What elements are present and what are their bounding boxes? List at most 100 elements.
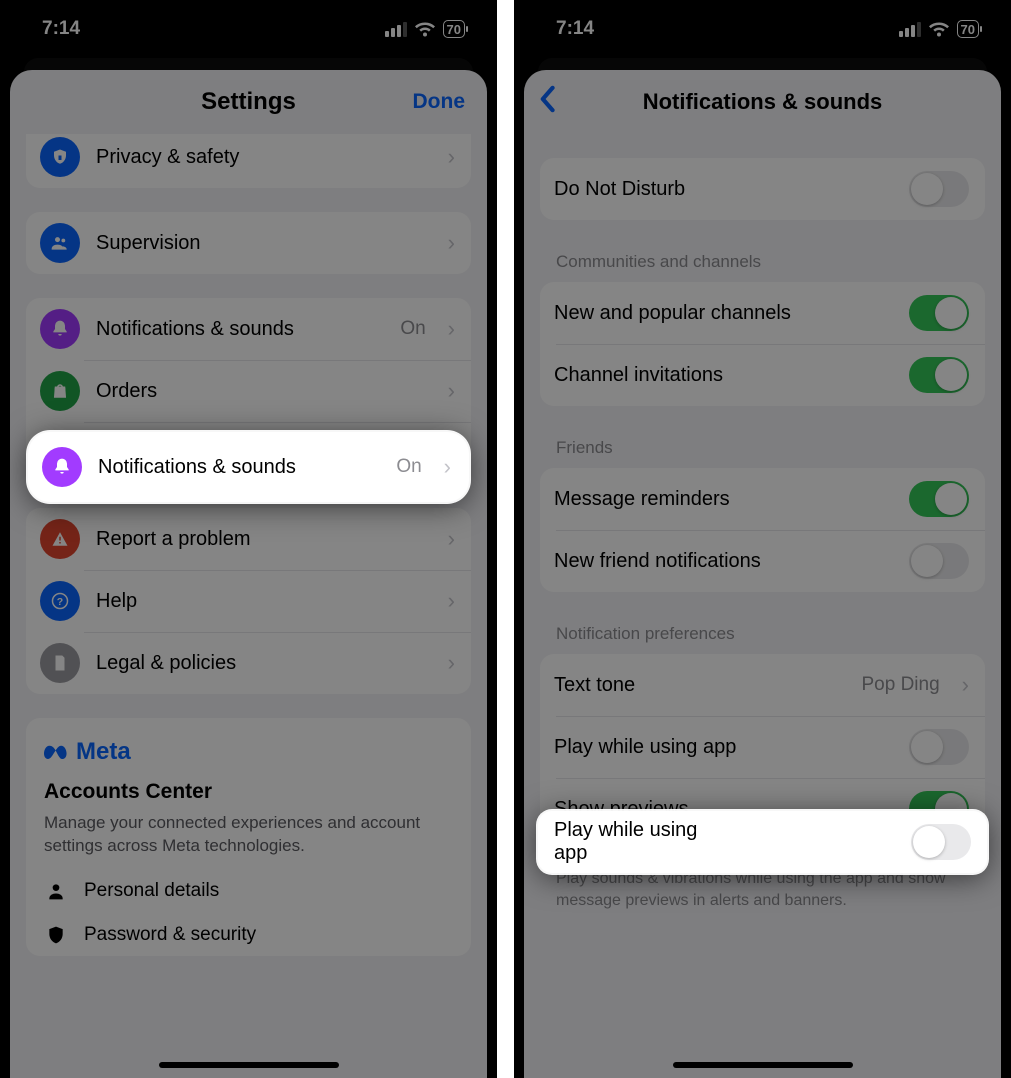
row-new-channels[interactable]: New and popular channels: [540, 282, 985, 344]
screenshot-settings: 7:14 70 Settings Done Accessibility ›: [0, 0, 497, 1078]
row-label: Notifications & sounds: [98, 456, 380, 479]
group-communities: New and popular channels Channel invitat…: [540, 282, 985, 406]
chevron-right-icon: ›: [444, 454, 451, 480]
row-privacy[interactable]: Privacy & safety ›: [26, 134, 471, 188]
person-icon: [44, 881, 68, 901]
toggle-play-while-using-app[interactable]: [911, 824, 971, 860]
settings-sheet: Settings Done Accessibility › Privacy & …: [10, 70, 487, 1078]
done-button[interactable]: Done: [413, 90, 466, 114]
chevron-left-icon: [538, 85, 556, 113]
row-label: Report a problem: [96, 528, 426, 551]
status-time: 7:14: [556, 18, 594, 40]
highlight-notifications-row[interactable]: Notifications & sounds On ›: [28, 432, 469, 502]
bell-icon: [40, 309, 80, 349]
battery-icon: 70: [957, 20, 979, 38]
toggle-play-while-using-app[interactable]: [909, 729, 969, 765]
settings-group-support: Report a problem › ? Help › Legal & poli…: [26, 508, 471, 694]
row-label: Do Not Disturb: [554, 178, 893, 201]
svg-text:?: ?: [57, 596, 63, 608]
back-button[interactable]: [538, 85, 556, 120]
cellular-icon: [899, 22, 921, 37]
nav-bar: Settings Done: [10, 70, 487, 134]
row-label: Supervision: [96, 232, 426, 255]
row-new-friend[interactable]: New friend notifications: [540, 530, 985, 592]
row-label: Channel invitations: [554, 364, 893, 387]
status-bar: 7:14 70: [514, 0, 1011, 58]
warning-icon: [40, 519, 80, 559]
settings-group-supervision: Supervision ›: [26, 212, 471, 274]
chevron-right-icon: ›: [448, 316, 455, 342]
chevron-right-icon: ›: [448, 650, 455, 676]
row-label: Help: [96, 590, 426, 613]
row-value: On: [400, 318, 425, 340]
group-dnd: Do Not Disturb: [540, 158, 985, 220]
battery-icon: 70: [443, 20, 465, 38]
accounts-center-title: Accounts Center: [44, 780, 453, 804]
notifications-content[interactable]: Do Not Disturb Communities and channels …: [524, 134, 1001, 1078]
cellular-icon: [385, 22, 407, 37]
row-dnd[interactable]: Do Not Disturb: [540, 158, 985, 220]
row-value: On: [396, 456, 421, 478]
row-channel-invitations[interactable]: Channel invitations: [540, 344, 985, 406]
meta-accounts-center[interactable]: Meta Accounts Center Manage your connect…: [26, 718, 471, 956]
status-indicators: 70: [899, 20, 979, 38]
screenshot-notifications: 7:14 70 Notifications & sounds Do Not Di…: [514, 0, 1011, 1078]
chevron-right-icon: ›: [448, 144, 455, 170]
toggle-message-reminders[interactable]: [909, 481, 969, 517]
bag-icon: [40, 371, 80, 411]
row-help[interactable]: ? Help ›: [26, 570, 471, 632]
row-text-tone[interactable]: Text tone Pop Ding ›: [540, 654, 985, 716]
meta-password-security[interactable]: Password & security: [44, 924, 453, 946]
section-friends: Friends: [534, 430, 991, 464]
status-bar: 7:14 70: [0, 0, 497, 58]
chevron-right-icon: ›: [448, 230, 455, 256]
section-prefs: Notification preferences: [534, 616, 991, 650]
status-time: 7:14: [42, 18, 80, 40]
home-indicator[interactable]: [159, 1062, 339, 1068]
row-label: Privacy & safety: [96, 146, 426, 169]
notifications-sheet: Notifications & sounds Do Not Disturb Co…: [524, 70, 1001, 1078]
meta-infinity-icon: [44, 742, 72, 762]
chevron-right-icon: ›: [962, 672, 969, 698]
page-title: Notifications & sounds: [643, 89, 883, 115]
shield-icon: [44, 925, 68, 945]
meta-personal-details[interactable]: Personal details: [44, 880, 453, 902]
row-label: Message reminders: [554, 488, 893, 511]
row-notifications[interactable]: Notifications & sounds On ›: [26, 298, 471, 360]
row-label: New and popular channels: [554, 302, 893, 325]
chevron-right-icon: ›: [448, 588, 455, 614]
home-indicator[interactable]: [673, 1062, 853, 1068]
row-legal[interactable]: Legal & policies ›: [26, 632, 471, 694]
row-play-while-using-app[interactable]: Play while using app: [540, 716, 985, 778]
section-communities: Communities and channels: [534, 244, 991, 278]
status-indicators: 70: [385, 20, 465, 38]
toggle-new-friend[interactable]: [909, 543, 969, 579]
row-value: Pop Ding: [862, 674, 940, 696]
toggle-dnd[interactable]: [909, 171, 969, 207]
settings-content[interactable]: Accessibility › Privacy & safety › Super…: [10, 134, 487, 1078]
row-label: Play while using app: [554, 736, 893, 759]
row-label: Play while using app: [554, 819, 717, 865]
nav-bar: Notifications & sounds: [524, 70, 1001, 134]
group-friends: Message reminders New friend notificatio…: [540, 468, 985, 592]
row-report[interactable]: Report a problem ›: [26, 508, 471, 570]
lock-icon: [40, 137, 80, 177]
toggle-new-channels[interactable]: [909, 295, 969, 331]
highlight-play-while-using-app[interactable]: Play while using app: [538, 811, 987, 873]
wifi-icon: [929, 22, 949, 37]
row-label: Legal & policies: [96, 652, 426, 675]
people-icon: [40, 223, 80, 263]
chevron-right-icon: ›: [448, 378, 455, 404]
bell-icon: [42, 447, 82, 487]
page-title: Settings: [201, 88, 296, 116]
row-label: Text tone: [554, 674, 846, 697]
row-orders[interactable]: Orders ›: [26, 360, 471, 422]
toggle-channel-invitations[interactable]: [909, 357, 969, 393]
chevron-right-icon: ›: [448, 526, 455, 552]
wifi-icon: [415, 22, 435, 37]
question-icon: ?: [40, 581, 80, 621]
accounts-center-desc: Manage your connected experiences and ac…: [44, 812, 453, 858]
row-message-reminders[interactable]: Message reminders: [540, 468, 985, 530]
row-label: Orders: [96, 380, 426, 403]
row-supervision[interactable]: Supervision ›: [26, 212, 471, 274]
